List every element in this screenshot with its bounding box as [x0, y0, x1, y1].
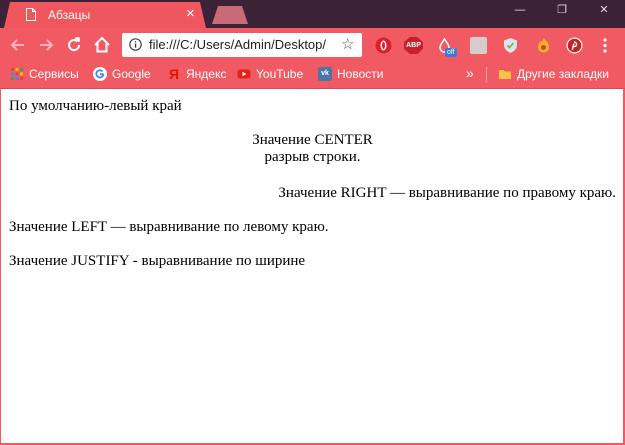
bookmark-google[interactable]: Google [93, 67, 151, 81]
info-icon[interactable] [129, 38, 142, 51]
center-line-1: Значение CENTER [252, 132, 373, 148]
browser-window: Абзацы × — ❐ ✕ file:///C:/Users/Admin/De… [0, 0, 625, 445]
yandex-icon: Я [168, 66, 180, 82]
fire-extension-icon[interactable] [535, 37, 552, 54]
browser-toolbar: file:///C:/Users/Admin/Desktop/ ☆ ABP of… [0, 28, 625, 62]
close-tab-icon[interactable]: × [186, 6, 195, 22]
url-text[interactable]: file:///C:/Users/Admin/Desktop/ [149, 37, 335, 52]
bookmark-services[interactable]: Сервисы [10, 67, 79, 81]
youtube-icon [237, 69, 251, 79]
page-icon [26, 8, 36, 21]
bookmark-label: Сервисы [29, 67, 79, 81]
bookmarks-bar: Сервисы Google Я Яндекс YouTube vk Новос… [0, 62, 625, 89]
home-icon[interactable] [93, 36, 111, 54]
pinterest-icon[interactable] [566, 37, 583, 54]
folder-icon [499, 70, 511, 79]
shield-icon[interactable] [502, 37, 519, 54]
window-frame-left [0, 89, 1, 445]
window-controls: — ❐ ✕ [499, 0, 625, 22]
menu-kebab-icon[interactable] [598, 37, 612, 54]
center-line-2: разрыв строки. [264, 149, 361, 165]
maximize-button[interactable]: ❐ [541, 0, 583, 22]
bookmark-youtube[interactable]: YouTube [237, 67, 303, 81]
bookmark-label: Google [112, 67, 151, 81]
opera-vpn-extension-icon[interactable] [375, 37, 392, 54]
star-bookmark-icon[interactable]: ☆ [341, 37, 354, 52]
title-bar: Абзацы × — ❐ ✕ [0, 0, 625, 28]
minimize-button[interactable]: — [499, 0, 541, 22]
off-badge: off [445, 48, 457, 57]
bookmarks-divider [486, 67, 487, 83]
reload-icon[interactable] [65, 36, 83, 54]
paragraph-left: Значение LEFT — выравнивание по левому к… [9, 219, 329, 235]
tab-active[interactable]: Абзацы × [4, 2, 206, 28]
bookmark-yandex[interactable]: Я Яндекс [167, 67, 226, 81]
paragraph-justify: Значение JUSTIFY - выравнивание по ширин… [9, 253, 306, 269]
bookmark-label: Яндекс [186, 67, 227, 81]
address-bar[interactable]: file:///C:/Users/Admin/Desktop/ ☆ [122, 33, 362, 57]
vk-icon: vk [318, 67, 332, 81]
bookmark-label: Новости [337, 67, 384, 81]
paragraph-center: Значение CENTER разрыв строки. [9, 132, 616, 166]
adblock-plus-icon[interactable]: ABP [404, 37, 423, 54]
back-arrow-icon[interactable] [9, 36, 27, 54]
bookmark-news[interactable]: vk Новости [318, 67, 383, 81]
google-icon [93, 67, 107, 81]
close-window-button[interactable]: ✕ [583, 0, 625, 22]
image-extension-icon[interactable] [470, 37, 487, 54]
bookmark-label: YouTube [256, 67, 304, 81]
tab-title: Абзацы [48, 8, 91, 22]
page-content: По умолчанию-левый край Значение CENTER … [1, 89, 623, 444]
new-tab-button[interactable] [212, 6, 248, 24]
adblock-label: ABP [406, 42, 421, 49]
extension-off-icon[interactable]: off [436, 37, 457, 57]
forward-arrow-icon[interactable] [37, 36, 55, 54]
paragraph-default: По умолчанию-левый край [9, 98, 182, 114]
more-bookmarks-chevron-icon[interactable]: » [466, 65, 474, 81]
bookmark-label: Другие закладки [517, 67, 609, 81]
paragraph-right: Значение RIGHT — выравнивание по правому… [278, 185, 616, 201]
apps-grid-icon [11, 68, 23, 80]
bookmark-other[interactable]: Другие закладки [498, 67, 609, 81]
